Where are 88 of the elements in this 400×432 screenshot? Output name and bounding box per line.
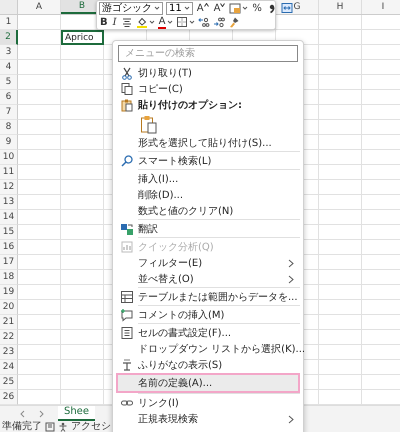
row-number[interactable]: 14 [0,210,18,225]
accessibility-status[interactable]: アクセシ [71,421,111,432]
row-number[interactable]: 23 [0,345,18,360]
row-number[interactable]: 22 [0,330,18,345]
borders-icon[interactable] [176,16,188,28]
cell-styles-icon[interactable] [229,2,242,14]
menu-item[interactable]: コピー(C) [116,81,300,97]
menu-item[interactable]: 挿入(I)... [116,171,300,187]
row-number[interactable]: 26 [0,390,18,405]
paste-icon[interactable] [140,114,158,134]
row-number[interactable]: 7 [0,105,18,120]
caret-icon[interactable] [242,6,248,10]
row-number[interactable]: 18 [0,270,18,285]
menu-item[interactable]: スマート検索(L) [116,153,300,169]
caret-icon [184,6,190,10]
search-field[interactable]: メニューの検索 [118,45,298,62]
font-dropdown[interactable]: 游ゴシック [99,2,163,14]
row-number[interactable]: 6 [0,90,18,105]
row-number[interactable]: 20 [0,300,18,315]
macro-icon[interactable] [45,422,55,432]
chart-icon [120,240,134,254]
row-number[interactable]: 2 [0,30,18,45]
format-cells-icon [120,326,134,340]
row-number[interactable]: 4 [0,60,18,75]
menu-item[interactable]: 正規表現検索 [116,411,300,427]
percent-button[interactable]: % [251,2,263,14]
decrease-decimal-icon[interactable] [213,16,226,28]
menu-item[interactable]: 翻訳 [116,221,300,237]
row-number[interactable]: 8 [0,120,18,135]
increase-decimal-icon[interactable] [198,16,210,28]
column-header[interactable]: I [362,0,400,14]
column-header[interactable]: H [319,0,362,14]
caret-icon[interactable] [189,20,196,24]
italic-button[interactable]: I [112,16,118,28]
scissors-icon [120,66,134,80]
shrink-font-button[interactable]: A [212,2,226,14]
row-number[interactable]: 17 [0,255,18,270]
merge-center-icon[interactable] [280,2,293,14]
row-number[interactable]: 21 [0,315,18,330]
table-icon [120,290,134,304]
table-cell[interactable]: Aprico [61,30,104,45]
caret-icon [204,2,209,6]
align-center-icon[interactable] [120,16,133,28]
menu-item[interactable]: 並べ替え(O) [116,271,300,287]
menu-heading: 貼り付けのオプション: [116,97,300,113]
menu-item[interactable]: セルの書式設定(F)... [116,325,300,341]
font-size-dropdown[interactable]: 11 [166,2,193,14]
accessibility-icon[interactable] [58,422,68,432]
menu-item[interactable]: リンク(I) [116,395,300,411]
row-number[interactable]: 24 [0,360,18,375]
row-number[interactable]: 11 [0,165,18,180]
row-number[interactable]: 19 [0,285,18,300]
row-number[interactable]: 9 [0,135,18,150]
copy-icon [120,82,134,96]
clipboard-icon [120,98,134,112]
grow-font-button[interactable]: A [196,2,210,14]
row-number[interactable]: 5 [0,75,18,90]
caret-icon [154,6,160,10]
format-painter-icon[interactable] [228,16,240,28]
font-color-button[interactable]: A [158,16,166,28]
comment-icon [120,308,134,322]
row-number[interactable]: 12 [0,180,18,195]
menu-item[interactable]: ふりがなの表示(S) [116,357,300,373]
menu-item[interactable]: テーブルまたは範囲からデータを... [116,289,300,305]
row-number[interactable]: 13 [0,195,18,210]
caret-icon [220,2,226,6]
row-number[interactable]: 10 [0,150,18,165]
menu-item[interactable]: フィルター(E) [116,255,300,271]
status-text: 準備完了 [2,421,42,432]
row-number[interactable]: 1 [0,15,18,30]
bold-button[interactable]: B [99,16,109,28]
furigana-icon [120,358,134,372]
caret-icon[interactable] [167,20,174,24]
row-number[interactable]: 16 [0,240,18,255]
menu-item[interactable]: 形式を選択して貼り付け(S)... [116,135,300,151]
menu-item[interactable]: 名前の定義(A)... [116,373,300,393]
menu-item[interactable]: 数式と値のクリア(N) [116,203,300,219]
menu-item[interactable]: コメントの挿入(M) [116,307,300,323]
caret-icon[interactable] [148,20,155,24]
translate-icon [120,222,134,236]
sheet-tab[interactable]: Shee [58,406,95,421]
row-number[interactable]: 3 [0,45,18,60]
search-icon [120,154,134,168]
fill-color-icon[interactable] [136,16,148,28]
row-number[interactable]: 25 [0,375,18,390]
row-number[interactable]: 15 [0,225,18,240]
menu-item[interactable]: 削除(D)... [116,187,300,203]
menu-item[interactable]: 切り取り(T) [116,65,300,81]
